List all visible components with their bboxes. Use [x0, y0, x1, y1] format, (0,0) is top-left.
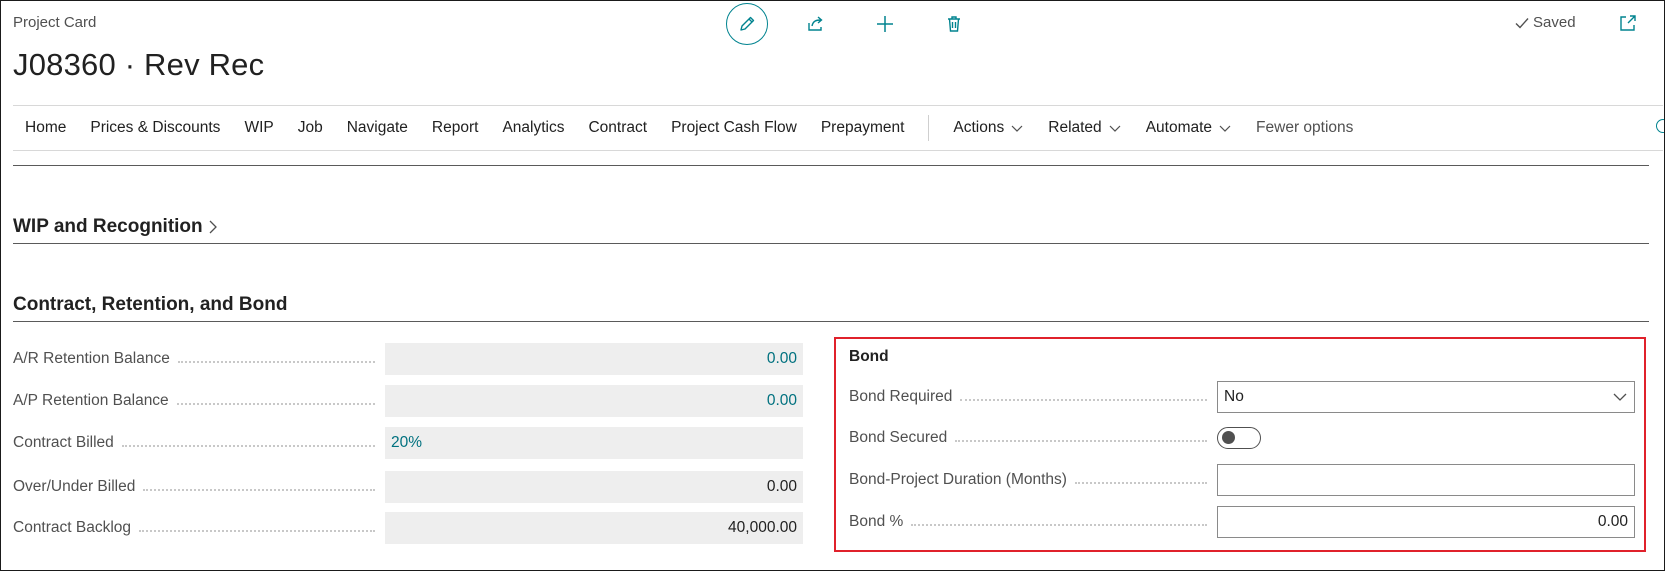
field-label: Over/Under Billed [13, 478, 136, 495]
menu-automate-label: Automate [1145, 119, 1213, 136]
action-report[interactable]: Report [432, 119, 479, 137]
ap-retention-balance-value[interactable]: 0.00 [385, 385, 803, 417]
saved-label: Saved [1533, 14, 1576, 31]
chevron-down-icon [1219, 125, 1231, 132]
menu-automate[interactable]: Automate [1146, 119, 1232, 137]
field-label: Contract Backlog [13, 519, 132, 536]
search-icon[interactable] [1656, 119, 1664, 133]
contract-backlog-value: 40,000.00 [385, 512, 803, 544]
divider [13, 243, 1649, 244]
plus-icon [877, 16, 893, 32]
field-label: Bond Required [849, 388, 953, 405]
bond-required-value: No [1224, 388, 1244, 405]
new-button[interactable] [864, 3, 906, 45]
bond-group-heading: Bond [849, 348, 889, 365]
action-bar-separator [928, 115, 930, 141]
section-contract-retention-bond[interactable]: Contract, Retention, and Bond [13, 294, 287, 316]
field-bond-percent: Bond % 0.00 [849, 506, 1639, 538]
action-bar: Home Prices & Discounts WIP Job Navigate… [13, 105, 1663, 151]
bond-secured-toggle[interactable] [1217, 427, 1261, 449]
field-ar-retention-balance: A/R Retention Balance 0.00 [13, 343, 803, 375]
bond-percent-input[interactable]: 0.00 [1217, 506, 1635, 538]
menu-related-label: Related [1048, 119, 1102, 136]
trash-icon [948, 16, 960, 32]
over-under-billed-value: 0.00 [385, 471, 803, 503]
menu-actions[interactable]: Actions [953, 119, 1024, 137]
share-icon [808, 16, 823, 31]
action-prepayment[interactable]: Prepayment [821, 119, 905, 137]
action-prices-discounts[interactable]: Prices & Discounts [90, 119, 220, 137]
page-title: J08360 · Rev Rec [13, 47, 265, 82]
section-contract-title: Contract, Retention, and Bond [13, 294, 288, 315]
field-label: A/R Retention Balance [13, 350, 170, 367]
top-action-group [726, 3, 1002, 45]
field-bond-required: Bond Required No [849, 381, 1639, 413]
field-bond-project-duration: Bond-Project Duration (Months) [849, 464, 1639, 496]
field-label: Bond Secured [849, 429, 948, 446]
check-icon [1515, 17, 1529, 29]
saved-status: Saved [1514, 14, 1576, 31]
action-job[interactable]: Job [298, 119, 323, 137]
divider [13, 321, 1649, 322]
chevron-down-icon [1613, 393, 1627, 401]
chevron-right-icon [209, 220, 217, 234]
section-wip-recognition[interactable]: WIP and Recognition [13, 216, 219, 238]
open-in-new-window-icon[interactable] [1618, 13, 1638, 33]
field-ap-retention-balance: A/P Retention Balance 0.00 [13, 385, 803, 417]
contract-billed-value[interactable]: 20% [385, 427, 803, 459]
menu-actions-label: Actions [953, 119, 1005, 136]
pencil-icon [740, 16, 755, 31]
delete-button[interactable] [933, 3, 975, 45]
edit-button[interactable] [726, 3, 768, 45]
bond-required-select[interactable]: No [1217, 381, 1635, 413]
section-wip-title: WIP and Recognition [13, 216, 203, 237]
chevron-down-icon [1011, 125, 1023, 132]
chevron-down-icon [1109, 125, 1121, 132]
field-bond-secured: Bond Secured [849, 422, 1639, 454]
toggle-knob [1222, 431, 1235, 444]
ar-retention-balance-value[interactable]: 0.00 [385, 343, 803, 375]
field-over-under-billed: Over/Under Billed 0.00 [13, 471, 803, 503]
share-button[interactable] [795, 3, 837, 45]
field-contract-billed: Contract Billed 20% [13, 427, 803, 459]
project-card-page: Project Card J08360 · Rev Rec Saved Home… [0, 0, 1665, 571]
menu-related[interactable]: Related [1048, 119, 1121, 137]
field-label: Bond-Project Duration (Months) [849, 471, 1067, 488]
action-project-cash-flow[interactable]: Project Cash Flow [671, 119, 797, 137]
action-home[interactable]: Home [25, 119, 66, 137]
page-kind-label: Project Card [13, 14, 97, 31]
action-navigate[interactable]: Navigate [347, 119, 408, 137]
field-contract-backlog: Contract Backlog 40,000.00 [13, 512, 803, 544]
field-label: A/P Retention Balance [13, 392, 169, 409]
action-wip[interactable]: WIP [244, 119, 273, 137]
field-label: Contract Billed [13, 434, 114, 451]
action-analytics[interactable]: Analytics [502, 119, 564, 137]
divider [13, 165, 1649, 166]
bond-duration-input[interactable] [1217, 464, 1635, 496]
fewer-options-button[interactable]: Fewer options [1256, 119, 1353, 137]
field-label: Bond % [849, 513, 904, 530]
action-contract[interactable]: Contract [588, 119, 647, 137]
